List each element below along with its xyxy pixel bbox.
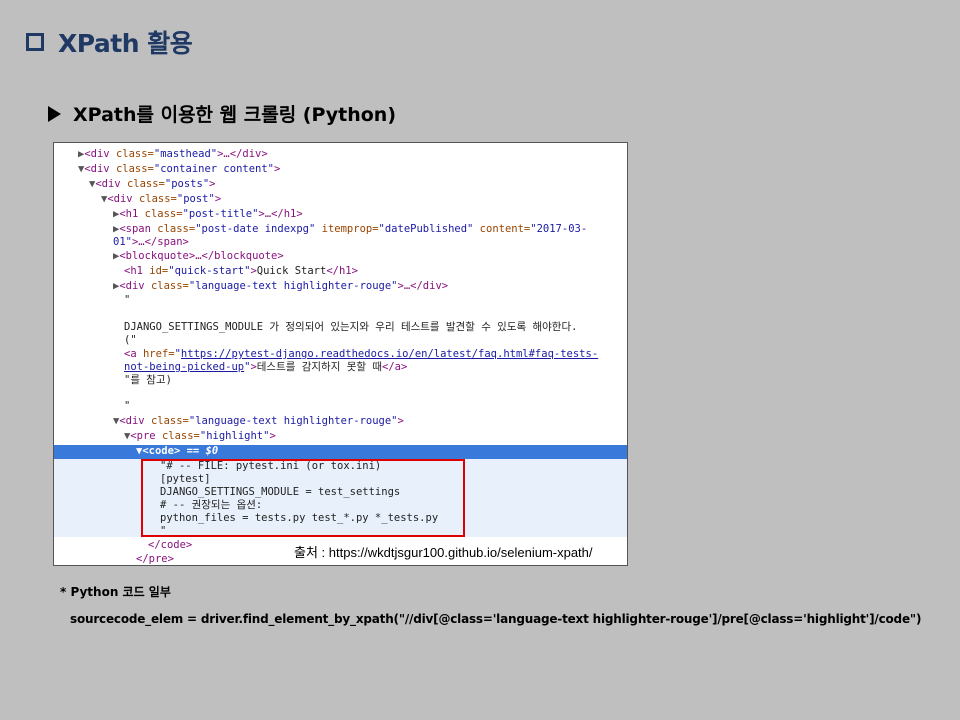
dom-line[interactable]: not-being-picked-up">테스트를 감지하지 못할 때</a> (124, 361, 407, 374)
section-heading-text: XPath를 이용한 웹 크롤링 (Python) (73, 104, 397, 126)
triangle-bullet-icon (48, 105, 61, 122)
dom-line[interactable]: 01">…</span> (113, 236, 189, 249)
checkbox-square-icon (26, 33, 44, 51)
dom-line[interactable]: <a href="https://pytest-django.readthedo… (124, 348, 598, 361)
dom-line[interactable]: ▶<blockquote>…</blockquote> (113, 250, 284, 263)
selected-dom-line[interactable]: ▼<code> == $0 (136, 445, 218, 458)
dom-line[interactable]: ▼<div class="container content"> (78, 163, 280, 176)
page-title: XPath 활용 (58, 29, 193, 58)
dom-line[interactable]: ▶<span class="post-date indexpg" itempro… (113, 223, 587, 236)
dom-line[interactable]: </pre> (136, 553, 174, 565)
highlight-box (141, 459, 465, 537)
dom-line[interactable]: ▶<h1 class="post-title">…</h1> (113, 208, 303, 221)
dom-line[interactable]: ▼<pre class="highlight"> (124, 430, 276, 443)
dom-line[interactable]: ▼<div class="posts"> (89, 178, 215, 191)
text-node[interactable]: "를 참고) (124, 374, 172, 387)
href-link[interactable]: https://pytest-django.readthedocs.io/en/… (181, 348, 598, 360)
dom-line[interactable]: ▶<div class="masthead">…</div> (78, 148, 268, 161)
text-node[interactable]: " (124, 294, 130, 307)
text-node[interactable]: DJANGO_SETTINGS_MODULE 가 정의되어 있는지와 우리 테스… (124, 321, 577, 334)
dom-line[interactable]: <h1 id="quick-start">Quick Start</h1> (124, 265, 358, 278)
section-heading: XPath를 이용한 웹 크롤링 (Python) (48, 100, 396, 127)
dom-line[interactable]: </code> (148, 539, 192, 552)
dom-line[interactable]: ▶<div class="language-text highlighter-r… (113, 280, 448, 293)
source-caption: 출처 : https://wkdtjsgur100.github.io/sele… (294, 545, 593, 560)
code-note-label: * Python 코드 일부 (60, 585, 171, 599)
devtools-elements-panel: ▶<div class="masthead">…</div> ▼<div cla… (53, 142, 628, 566)
text-node[interactable]: (" (124, 334, 137, 347)
code-snippet: sourcecode_elem = driver.find_element_by… (70, 612, 922, 626)
slide-title: XPath 활용 (26, 26, 193, 58)
text-node[interactable]: " (124, 400, 130, 413)
href-link[interactable]: not-being-picked-up (124, 361, 244, 373)
dom-line[interactable]: ▼<div class="language-text highlighter-r… (113, 415, 404, 428)
dom-line[interactable]: ▼<div class="post"> (101, 193, 221, 206)
